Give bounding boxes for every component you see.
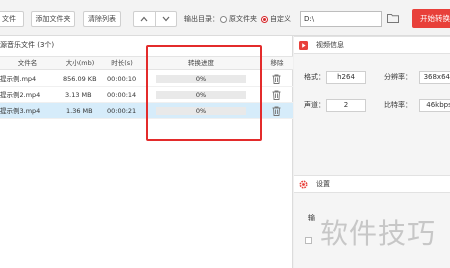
file-name: 提示例3.mp4 [0,107,41,115]
resolution-value: 368x640 [419,71,450,84]
add-file-button[interactable]: 文件 [0,11,24,27]
chevron-up-icon [140,16,148,22]
radio-circle-icon [220,15,227,23]
bitrate-value: 46kbps [419,99,450,112]
file-duration: 00:00:21 [107,107,137,115]
bitrate-label: 比特率： [384,101,412,109]
clear-list-button[interactable]: 清除列表 [83,11,121,27]
radio-original-folder[interactable]: 原文件夹 [220,11,257,27]
output-path-input[interactable]: D:\ [300,11,382,27]
watermark: 软件技巧 [320,217,437,250]
trash-icon[interactable] [272,74,281,84]
highlight-box [146,45,262,141]
radio-custom[interactable]: 自定义 [261,11,291,27]
file-size: 3.13 MB [65,91,92,99]
settings-title: 设置 [316,180,330,188]
move-down-button[interactable] [154,12,177,26]
file-duration: 00:00:14 [107,91,137,99]
radio-original-label: 原文件夹 [229,15,257,23]
file-name: 提示例2.mp4 [0,91,41,99]
radio-selected-icon [261,15,268,23]
start-convert-button[interactable]: 开始转换 [412,9,450,28]
file-size: 856.09 KB [63,75,97,83]
video-icon [299,41,308,50]
trash-icon[interactable] [272,106,281,116]
resolution-label: 分辨率： [384,73,412,81]
format-value: h264 [326,71,366,84]
output-dir-label: 输出目录： [184,15,219,23]
col-duration: 时长(s) [111,59,133,67]
settings-header: 设置 [294,175,450,193]
channels-label: 声道： [304,101,325,109]
file-list-title: 源音乐文件 (3个) [0,41,55,49]
file-duration: 00:00:10 [107,75,137,83]
move-up-button[interactable] [134,12,155,26]
chevron-down-icon [162,16,170,22]
trash-icon[interactable] [272,90,281,100]
col-filename: 文件名 [17,59,38,67]
channels-value: 2 [326,99,366,112]
settings-checkbox[interactable] [305,237,312,244]
format-label: 格式： [304,73,325,81]
video-info-header: 视频信息 [294,36,450,54]
col-remove: 移除 [270,59,284,67]
add-folder-button[interactable]: 添加文件夹 [31,11,75,27]
file-size: 1.36 MB [66,107,93,115]
reorder-buttons [133,11,177,27]
file-name: 提示例.mp4 [0,75,37,83]
radio-custom-label: 自定义 [270,15,291,23]
gear-icon [299,180,308,189]
video-info-title: 视频信息 [316,41,344,49]
settings-output-label: 输 [308,214,315,222]
folder-icon[interactable] [387,13,399,23]
col-size: 大小(mb) [65,59,95,67]
toolbar: 文件 添加文件夹 清除列表 输出目录： 原文件夹 自定义 D:\ 开始转换 [0,0,450,36]
